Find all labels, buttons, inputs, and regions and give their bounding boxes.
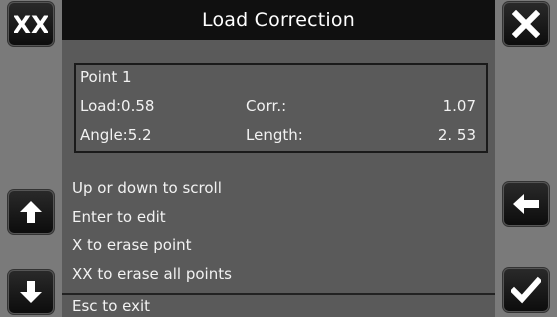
- point-info-box: Point 1 Load:0.58 Corr.: 1.07 Angle:5.2 …: [74, 63, 488, 153]
- page-title: Load Correction: [62, 0, 495, 40]
- main-panel: Load Correction Point 1 Load:0.58 Corr.:…: [62, 0, 495, 317]
- arrow-left-icon: [513, 194, 539, 214]
- clear-all-button[interactable]: XX: [8, 2, 54, 46]
- double-x-icon: XX: [14, 11, 48, 37]
- close-button[interactable]: [503, 2, 549, 46]
- arrow-up-icon: [20, 201, 42, 223]
- arrow-down-icon: [20, 281, 42, 303]
- footer-bar: Esc to exit: [62, 293, 495, 317]
- point-header: Point 1: [80, 68, 132, 86]
- close-icon: [512, 10, 540, 38]
- help-line: XX to erase all points: [72, 264, 232, 283]
- scroll-up-button[interactable]: [8, 190, 54, 234]
- load-row: Load:0.58 Corr.: 1.07: [80, 97, 476, 117]
- help-line: Up or down to scroll: [72, 179, 222, 197]
- footer-text: Esc to exit: [72, 297, 151, 315]
- confirm-button[interactable]: [503, 268, 549, 312]
- svg-text:XX: XX: [14, 11, 48, 37]
- checkmark-icon: [511, 276, 541, 304]
- length-label: Length:: [246, 126, 303, 144]
- angle-value: Angle:5.2: [80, 126, 152, 144]
- length-value: 2. 53: [437, 126, 476, 144]
- help-text: Up or down to scroll Enter to edit X to …: [72, 178, 232, 292]
- left-button-column: XX: [0, 0, 62, 317]
- corr-label: Corr.:: [246, 97, 287, 115]
- load-value: Load:0.58: [80, 97, 155, 115]
- help-line: X to erase point: [72, 236, 192, 254]
- help-line: Enter to edit: [72, 207, 166, 226]
- corr-value: 1.07: [442, 97, 476, 115]
- point-header-row: Point 1: [80, 68, 476, 88]
- angle-row: Angle:5.2 Length: 2. 53: [80, 126, 476, 146]
- back-button[interactable]: [503, 182, 549, 226]
- right-button-column: [495, 0, 557, 317]
- scroll-down-button[interactable]: [8, 270, 54, 314]
